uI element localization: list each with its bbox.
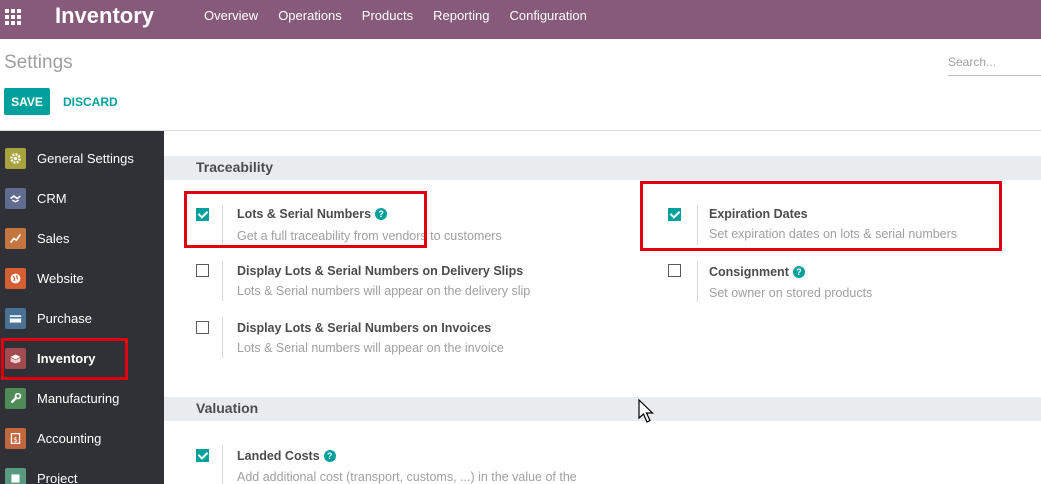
sidebar-item-label: General Settings xyxy=(37,150,134,166)
divider xyxy=(222,446,223,484)
sidebar-item-accounting[interactable]: $ Accounting xyxy=(0,418,164,458)
menu-configuration[interactable]: Configuration xyxy=(499,0,596,39)
landed-costs-checkbox[interactable] xyxy=(196,449,209,462)
section-title: Valuation xyxy=(196,400,259,416)
credit-card-icon xyxy=(5,307,26,329)
setting-title-expiration-dates: Expiration Dates xyxy=(709,207,808,221)
chart-line-icon xyxy=(5,227,26,249)
help-icon[interactable]: ? xyxy=(323,450,336,462)
sidebar-item-label: Inventory xyxy=(37,350,96,366)
sidebar-item-label: Project xyxy=(37,470,78,484)
sidebar-item-label: Accounting xyxy=(37,430,102,446)
setting-title-landed-costs: Landed Costs? xyxy=(237,449,336,463)
setting-desc-expiration-dates: Set expiration dates on lots & serial nu… xyxy=(709,227,958,241)
sidebar-item-general-settings[interactable]: General Settings xyxy=(0,138,164,178)
apps-grid-icon[interactable] xyxy=(5,9,23,27)
sidebar-item-label: CRM xyxy=(37,190,67,206)
setting-title-delivery-slips: Display Lots & Serial Numbers on Deliver… xyxy=(237,264,524,278)
sidebar-item-sales[interactable]: Sales xyxy=(0,218,164,258)
section-header-traceability: Traceability xyxy=(164,156,1041,180)
expiration-dates-checkbox[interactable] xyxy=(668,208,681,221)
discard-button[interactable]: DISCARD xyxy=(63,88,118,115)
wrench-icon xyxy=(5,387,26,409)
handshake-icon xyxy=(5,187,26,209)
setting-title-invoices: Display Lots & Serial Numbers on Invoice… xyxy=(237,321,492,335)
delivery-slips-checkbox[interactable] xyxy=(196,264,209,277)
sidebar-item-label: Purchase xyxy=(37,310,92,326)
invoices-checkbox[interactable] xyxy=(196,321,209,334)
invoice-icon: $ xyxy=(5,427,26,449)
menu-products[interactable]: Products xyxy=(352,0,423,39)
main-menu: Overview Operations Products Reporting C… xyxy=(194,0,597,39)
sidebar-item-website[interactable]: Website xyxy=(0,258,164,298)
setting-desc-invoices: Lots & Serial numbers will appear on the… xyxy=(237,341,504,355)
gear-icon xyxy=(5,147,26,169)
page-title: Settings xyxy=(4,52,73,73)
section-header-valuation: Valuation xyxy=(164,397,1041,421)
setting-title-lots-serial: Lots & Serial Numbers? xyxy=(237,207,388,221)
mouse-cursor-icon xyxy=(638,399,654,423)
globe-icon xyxy=(5,267,26,289)
puzzle-icon xyxy=(5,467,26,484)
help-icon[interactable]: ? xyxy=(375,208,388,220)
top-navbar: Inventory Overview Operations Products R… xyxy=(0,0,1041,39)
lots-serial-checkbox[interactable] xyxy=(196,208,209,221)
menu-operations[interactable]: Operations xyxy=(268,0,352,39)
menu-reporting[interactable]: Reporting xyxy=(423,0,499,39)
consignment-checkbox[interactable] xyxy=(668,264,681,277)
sidebar-item-label: Website xyxy=(37,270,84,286)
search-box xyxy=(948,50,1041,76)
sidebar-item-label: Manufacturing xyxy=(37,390,120,406)
sidebar-item-manufacturing[interactable]: Manufacturing xyxy=(0,378,164,418)
setting-desc-delivery-slips: Lots & Serial numbers will appear on the… xyxy=(237,284,531,298)
settings-sidebar: General Settings CRM Sales Website Purch… xyxy=(0,131,164,484)
divider xyxy=(222,205,223,245)
setting-desc-landed-costs: Add additional cost (transport, customs,… xyxy=(237,470,577,484)
search-input[interactable] xyxy=(948,50,1041,74)
app-title: Inventory xyxy=(55,3,155,28)
box-icon xyxy=(5,347,26,369)
sidebar-item-inventory[interactable]: Inventory xyxy=(0,338,164,378)
save-button[interactable]: SAVE xyxy=(4,88,50,115)
divider xyxy=(222,318,223,358)
setting-desc-lots-serial: Get a full traceability from vendors to … xyxy=(237,229,502,243)
section-title: Traceability xyxy=(196,159,274,175)
svg-text:$: $ xyxy=(13,434,18,443)
divider xyxy=(697,205,698,245)
sidebar-item-label: Sales xyxy=(37,230,70,246)
sidebar-item-project[interactable]: Project xyxy=(0,458,164,484)
sidebar-item-purchase[interactable]: Purchase xyxy=(0,298,164,338)
setting-desc-consignment: Set owner on stored products xyxy=(709,286,873,300)
sidebar-item-crm[interactable]: CRM xyxy=(0,178,164,218)
setting-title-consignment: Consignment? xyxy=(709,265,805,279)
divider xyxy=(697,262,698,302)
help-icon[interactable]: ? xyxy=(792,266,805,278)
divider xyxy=(222,261,223,301)
menu-overview[interactable]: Overview xyxy=(194,0,268,39)
